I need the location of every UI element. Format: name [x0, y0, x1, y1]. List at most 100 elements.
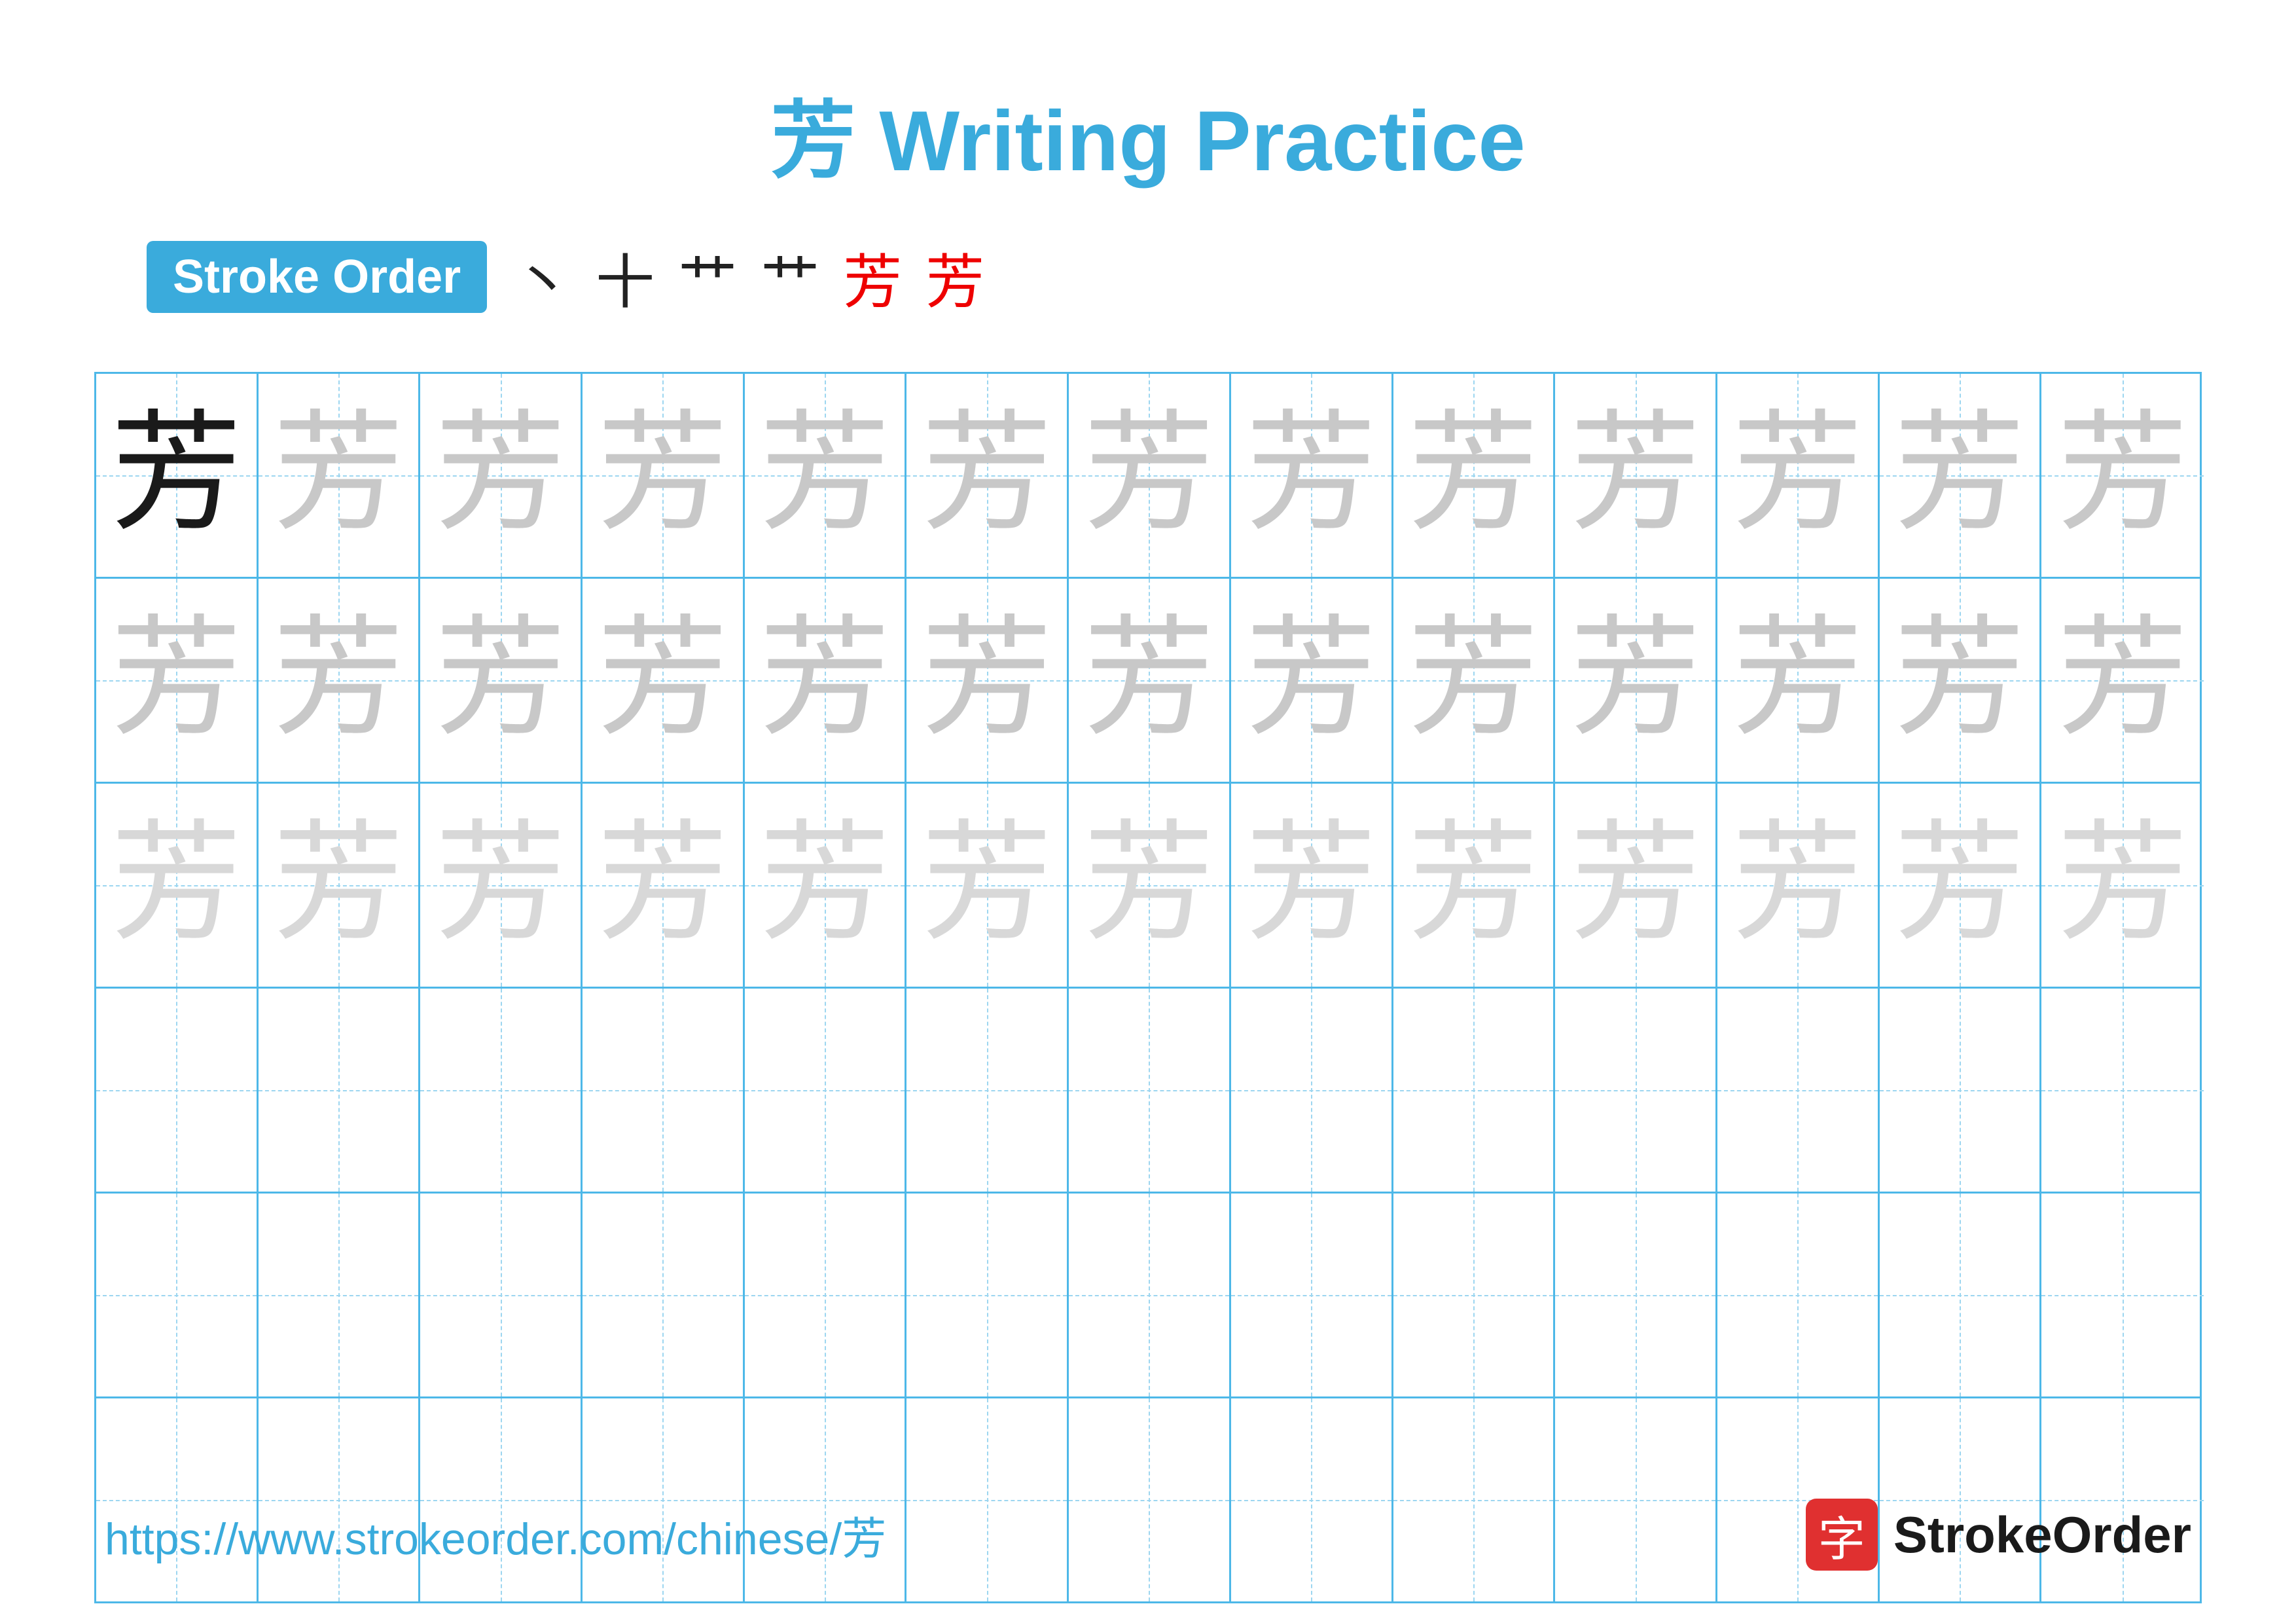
grid-cell-5-10[interactable] — [1555, 1194, 1717, 1396]
grid-cell-5-9[interactable] — [1393, 1194, 1556, 1396]
grid-cell-1-7: 芳 — [1069, 374, 1231, 577]
char-medium: 芳 — [435, 615, 566, 746]
char-light: 芳 — [1083, 820, 1214, 951]
char-light: 芳 — [597, 820, 728, 951]
grid-cell-4-10[interactable] — [1555, 989, 1717, 1192]
char-medium: 芳 — [597, 615, 728, 746]
grid-cell-1-11: 芳 — [1717, 374, 1880, 577]
char-medium: 芳 — [1246, 410, 1376, 541]
char-light: 芳 — [435, 820, 566, 951]
grid-cell-5-2[interactable] — [259, 1194, 421, 1396]
char-medium: 芳 — [1570, 410, 1701, 541]
grid-cell-3-10: 芳 — [1555, 784, 1717, 987]
grid-cell-3-4: 芳 — [583, 784, 745, 987]
grid-cell-2-5: 芳 — [745, 579, 907, 782]
stroke-4: 艹 — [761, 234, 819, 319]
char-medium: 芳 — [2057, 615, 2188, 746]
grid-cell-3-2: 芳 — [259, 784, 421, 987]
char-medium: 芳 — [922, 410, 1052, 541]
grid-cell-4-11[interactable] — [1717, 989, 1880, 1192]
char-medium: 芳 — [1732, 615, 1863, 746]
practice-grid: 芳 芳 芳 芳 芳 芳 芳 芳 芳 芳 芳 芳 芳 芳 芳 芳 芳 芳 芳 芳 … — [94, 372, 2202, 1603]
page-container: 芳 Writing Practice Stroke Order 丶 十 艹 艹 … — [0, 0, 2296, 1623]
grid-cell-4-1[interactable] — [96, 989, 259, 1192]
grid-cell-1-1: 芳 — [96, 374, 259, 577]
char-light: 芳 — [273, 820, 404, 951]
stroke-6: 芳 — [925, 234, 984, 319]
char-light: 芳 — [1408, 820, 1539, 951]
stroke-order-badge: Stroke Order — [147, 241, 487, 313]
char-medium: 芳 — [1894, 615, 2025, 746]
grid-cell-4-6[interactable] — [906, 989, 1069, 1192]
footer: https://www.strokeorder.com/chinese/芳 字 … — [0, 1499, 2296, 1571]
grid-cell-4-7[interactable] — [1069, 989, 1231, 1192]
grid-cell-1-12: 芳 — [1880, 374, 2042, 577]
char-medium: 芳 — [1083, 615, 1214, 746]
grid-cell-3-5: 芳 — [745, 784, 907, 987]
char-medium: 芳 — [2057, 410, 2188, 541]
grid-cell-5-5[interactable] — [745, 1194, 907, 1396]
char-medium: 芳 — [1570, 615, 1701, 746]
grid-cell-5-4[interactable] — [583, 1194, 745, 1396]
grid-cell-1-8: 芳 — [1231, 374, 1393, 577]
grid-cell-2-11: 芳 — [1717, 579, 1880, 782]
char-medium: 芳 — [435, 410, 566, 541]
grid-cell-5-7[interactable] — [1069, 1194, 1231, 1396]
char-medium: 芳 — [1246, 615, 1376, 746]
stroke-3: 艹 — [678, 234, 737, 319]
logo-icon: 字 — [1806, 1499, 1878, 1571]
grid-cell-2-10: 芳 — [1555, 579, 1717, 782]
grid-cell-5-11[interactable] — [1717, 1194, 1880, 1396]
char-light: 芳 — [2057, 820, 2188, 951]
grid-cell-2-6: 芳 — [906, 579, 1069, 782]
grid-cell-3-6: 芳 — [906, 784, 1069, 987]
grid-cell-4-4[interactable] — [583, 989, 745, 1192]
grid-cell-5-8[interactable] — [1231, 1194, 1393, 1396]
grid-cell-5-3[interactable] — [420, 1194, 583, 1396]
char-light: 芳 — [1570, 820, 1701, 951]
grid-cell-3-9: 芳 — [1393, 784, 1556, 987]
char-medium: 芳 — [1732, 410, 1863, 541]
footer-url[interactable]: https://www.strokeorder.com/chinese/芳 — [105, 1503, 886, 1567]
grid-cell-2-12: 芳 — [1880, 579, 2042, 782]
grid-row-3: 芳 芳 芳 芳 芳 芳 芳 芳 芳 芳 芳 芳 芳 — [96, 784, 2200, 989]
grid-cell-4-3[interactable] — [420, 989, 583, 1192]
grid-cell-5-1[interactable] — [96, 1194, 259, 1396]
char-light: 芳 — [759, 820, 890, 951]
grid-cell-1-3: 芳 — [420, 374, 583, 577]
grid-cell-4-12[interactable] — [1880, 989, 2042, 1192]
grid-cell-1-10: 芳 — [1555, 374, 1717, 577]
char-medium: 芳 — [273, 410, 404, 541]
grid-cell-5-13[interactable] — [2041, 1194, 2204, 1396]
grid-cell-4-8[interactable] — [1231, 989, 1393, 1192]
grid-cell-2-13: 芳 — [2041, 579, 2204, 782]
grid-cell-3-1: 芳 — [96, 784, 259, 987]
grid-cell-2-4: 芳 — [583, 579, 745, 782]
grid-cell-4-2[interactable] — [259, 989, 421, 1192]
grid-cell-5-6[interactable] — [906, 1194, 1069, 1396]
char-medium: 芳 — [273, 615, 404, 746]
grid-cell-1-5: 芳 — [745, 374, 907, 577]
char-medium: 芳 — [1408, 410, 1539, 541]
char-medium: 芳 — [759, 615, 890, 746]
footer-logo: 字 StrokeOrder — [1806, 1499, 2191, 1571]
grid-cell-4-13[interactable] — [2041, 989, 2204, 1192]
char-light: 芳 — [1246, 820, 1376, 951]
grid-cell-1-13: 芳 — [2041, 374, 2204, 577]
char-medium: 芳 — [1083, 410, 1214, 541]
stroke-order-row: Stroke Order 丶 十 艹 艹 芳 芳 — [147, 234, 2241, 319]
char-dark: 芳 — [111, 410, 242, 541]
grid-cell-3-13: 芳 — [2041, 784, 2204, 987]
grid-cell-1-9: 芳 — [1393, 374, 1556, 577]
grid-cell-1-6: 芳 — [906, 374, 1069, 577]
grid-row-5 — [96, 1194, 2200, 1398]
char-medium: 芳 — [759, 410, 890, 541]
grid-row-4 — [96, 989, 2200, 1194]
stroke-sequence: 丶 十 艹 艹 芳 芳 — [513, 234, 984, 319]
grid-cell-5-12[interactable] — [1880, 1194, 2042, 1396]
grid-cell-4-5[interactable] — [745, 989, 907, 1192]
char-medium: 芳 — [111, 615, 242, 746]
char-medium: 芳 — [1408, 615, 1539, 746]
grid-cell-3-7: 芳 — [1069, 784, 1231, 987]
grid-cell-4-9[interactable] — [1393, 989, 1556, 1192]
